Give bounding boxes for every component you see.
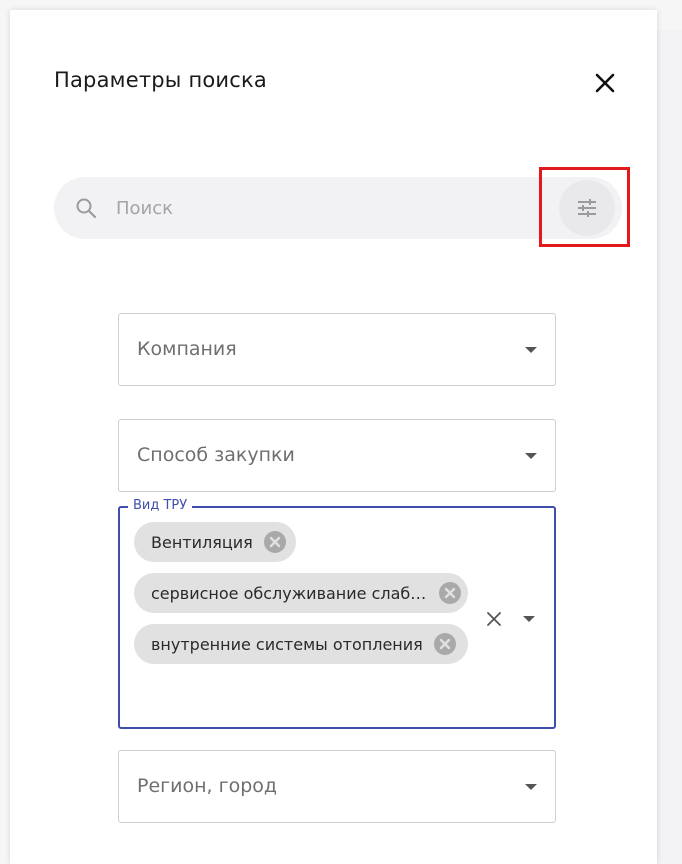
- region-select[interactable]: Регион, город: [118, 750, 556, 823]
- company-select[interactable]: Компания: [118, 313, 556, 386]
- product-type-multiselect[interactable]: Вид ТРУ Вентиляция сервисное обслуживани…: [118, 498, 556, 729]
- chip-label: Вентиляция: [151, 532, 253, 552]
- caret-down-icon: [525, 347, 537, 353]
- selected-chip: сервисное обслуживание слаботочных систе…: [134, 573, 468, 613]
- procurement-method-select-label: Способ закупки: [137, 444, 295, 466]
- remove-circle-icon[interactable]: [433, 632, 457, 656]
- product-type-legend: Вид ТРУ: [128, 498, 193, 514]
- background-page-strip: [657, 30, 682, 864]
- search-params-panel: Параметры поиска Поиск Компания Способ з…: [10, 10, 657, 864]
- search-icon: [76, 198, 97, 219]
- clear-all-icon[interactable]: [484, 609, 504, 629]
- close-icon: [595, 73, 615, 93]
- caret-down-icon: [525, 453, 537, 459]
- chip-label: внутренние системы отопления: [151, 634, 423, 654]
- panel-title: Параметры поиска: [54, 68, 267, 92]
- chip-label: сервисное обслуживание слаботочных систе…: [151, 583, 428, 603]
- tune-sliders-icon: [578, 199, 596, 217]
- close-button[interactable]: [590, 68, 620, 98]
- company-select-label: Компания: [137, 338, 237, 360]
- selected-chip: внутренние системы отопления: [134, 624, 468, 664]
- procurement-method-select[interactable]: Способ закупки: [118, 419, 556, 492]
- caret-down-icon[interactable]: [523, 616, 535, 622]
- filter-settings-button[interactable]: [559, 180, 615, 236]
- screen: Параметры поиска Поиск Компания Способ з…: [0, 0, 682, 864]
- search-bar: [54, 177, 622, 239]
- remove-circle-icon[interactable]: [263, 530, 287, 554]
- remove-circle-icon[interactable]: [438, 581, 462, 605]
- region-select-label: Регион, город: [137, 775, 278, 797]
- selected-chip: Вентиляция: [134, 522, 296, 562]
- search-input[interactable]: [116, 191, 516, 225]
- caret-down-icon: [525, 784, 537, 790]
